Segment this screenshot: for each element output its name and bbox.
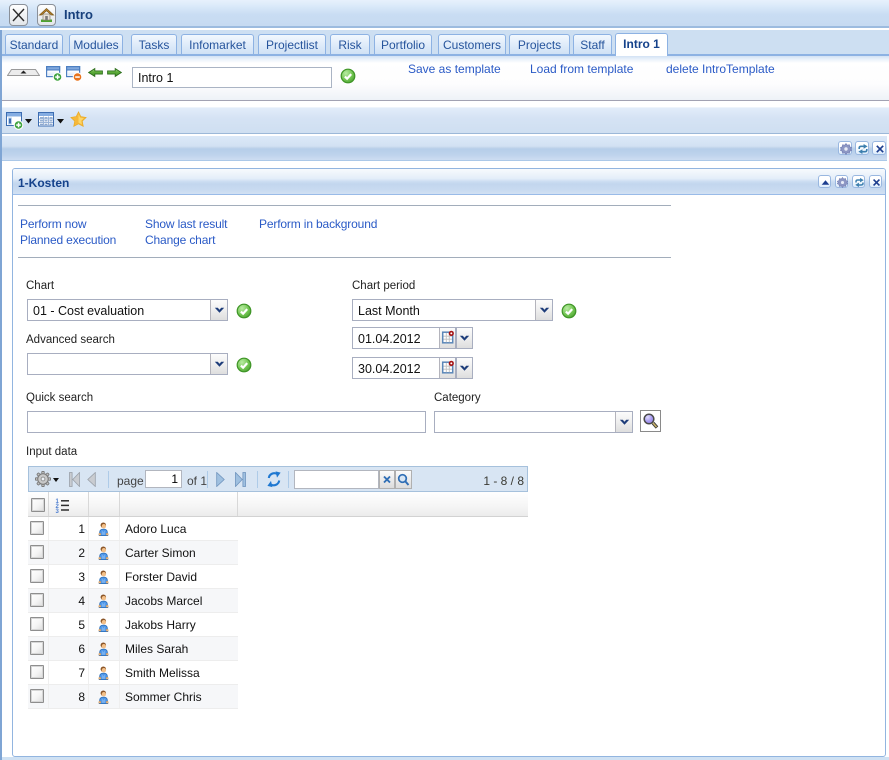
svg-text:3: 3 <box>56 509 60 513</box>
